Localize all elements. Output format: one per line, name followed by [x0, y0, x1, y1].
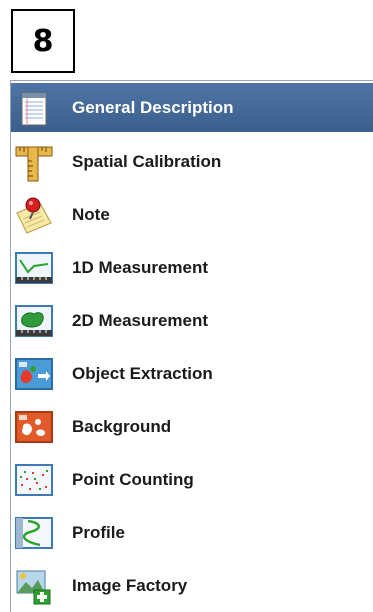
analysis-menu: General Description Spatial Calibration	[10, 80, 373, 612]
menu-item-1d-measurement[interactable]: 1D Measurement	[11, 242, 373, 294]
menu-item-label: Image Factory	[72, 576, 188, 595]
menu-item-label: Point Counting	[72, 470, 194, 489]
notepad-icon	[13, 87, 55, 129]
menu-item-label: Spatial Calibration	[72, 152, 222, 171]
menu-item-label: General Description	[72, 97, 234, 117]
menu-item-profile[interactable]: Profile	[11, 507, 373, 559]
step-number-badge: 8	[11, 9, 75, 73]
menu-item-background[interactable]: Background	[11, 401, 373, 453]
pushpin-note-icon	[13, 194, 55, 236]
menu-item-general-description[interactable]: General Description	[11, 83, 373, 132]
profile-icon	[13, 512, 55, 554]
area-measurement-icon	[13, 300, 55, 342]
menu-item-object-extraction[interactable]: Object Extraction	[11, 348, 373, 400]
image-factory-icon	[13, 565, 55, 607]
line-measurement-icon	[13, 247, 55, 289]
object-extraction-icon	[13, 353, 55, 395]
menu-item-2d-measurement[interactable]: 2D Measurement	[11, 295, 373, 347]
menu-item-label: Background	[72, 417, 172, 436]
menu-item-note[interactable]: Note	[11, 189, 373, 241]
menu-item-point-counting[interactable]: Point Counting	[11, 454, 373, 506]
menu-item-label: Note	[72, 205, 110, 224]
menu-item-label: Object Extraction	[72, 364, 213, 383]
menu-item-label: Profile	[72, 523, 125, 542]
menu-item-label: 2D Measurement	[72, 311, 209, 330]
point-counting-icon	[13, 459, 55, 501]
background-icon	[13, 406, 55, 448]
ruler-icon	[13, 141, 55, 183]
menu-item-image-factory[interactable]: Image Factory	[11, 560, 373, 612]
menu-item-spatial-calibration[interactable]: Spatial Calibration	[11, 136, 373, 188]
menu-item-label: 1D Measurement	[72, 258, 209, 277]
